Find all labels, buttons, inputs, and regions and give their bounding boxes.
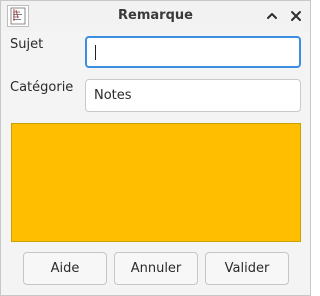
title-bar[interactable]: Remarque [1,1,310,31]
cancel-button[interactable]: Annuler [114,252,198,285]
help-button[interactable]: Aide [23,252,107,285]
window-title: Remarque [118,8,193,23]
dialog-content: Sujet Catégorie Notes Aide Annuler Valid… [1,31,310,295]
text-caret [95,45,96,60]
close-icon[interactable] [288,8,304,24]
color-swatch[interactable] [11,123,301,242]
category-label: Catégorie [10,80,74,95]
ok-button[interactable]: Valider [205,252,289,285]
notepad-icon [7,5,29,27]
category-input[interactable]: Notes [85,79,301,112]
subject-label: Sujet [10,37,44,52]
dialog-window: Remarque Sujet Catégorie Notes Aide Annu… [0,0,311,296]
subject-input[interactable] [85,36,301,68]
chevron-up-icon[interactable] [264,8,280,24]
